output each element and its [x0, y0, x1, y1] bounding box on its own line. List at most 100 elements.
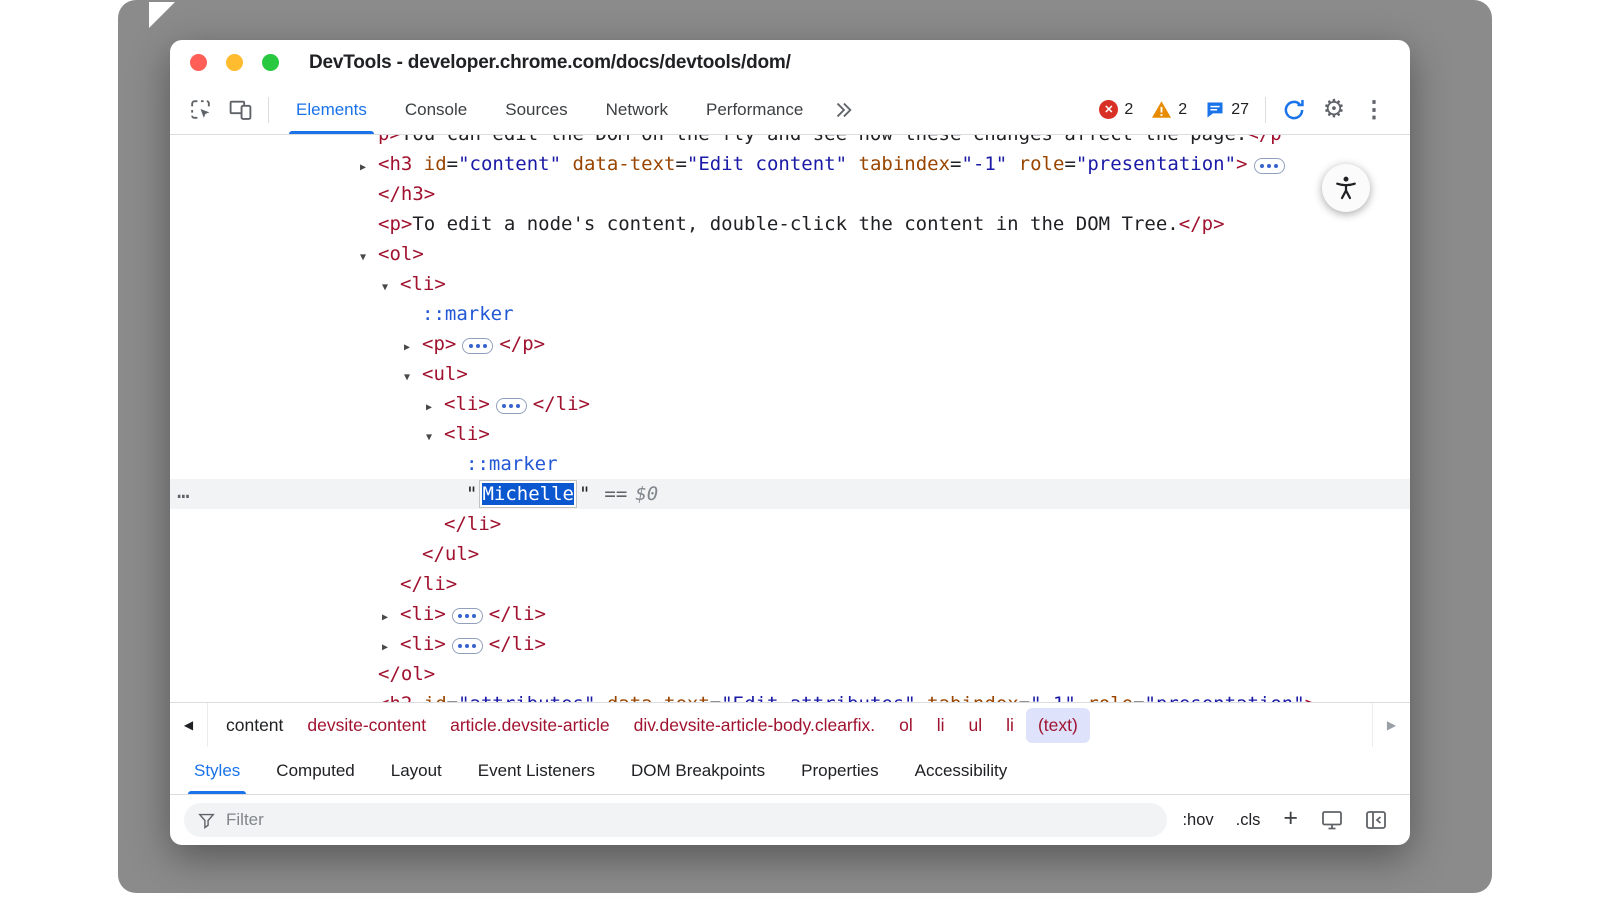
code-token-tag: <li>: [444, 423, 490, 445]
dom-tree-line[interactable]: ▼<ul>: [170, 359, 1410, 389]
dom-tree-line[interactable]: </li>: [170, 509, 1410, 539]
new-style-rule-button[interactable]: +: [1275, 804, 1306, 836]
toolbar-tabs: ElementsConsoleSourcesNetworkPerformance: [277, 85, 822, 134]
dom-tree-line[interactable]: </ol>: [170, 659, 1410, 689]
toolbar-divider: [1265, 97, 1266, 123]
code-token-tag: </p: [1247, 135, 1281, 145]
panel-tab-layout[interactable]: Layout: [373, 747, 460, 794]
code-token-quote: ": [466, 483, 477, 505]
code-token-tag: >: [1305, 693, 1316, 702]
panel-tab-dom-breakpoints[interactable]: DOM Breakpoints: [613, 747, 783, 794]
dom-tree-line[interactable]: </h3>: [170, 179, 1410, 209]
breadcrumb-scroll-right-button[interactable]: ▶: [1372, 703, 1410, 747]
inspect-element-icon[interactable]: [180, 85, 220, 134]
code-token-pseudo: ::marker: [466, 453, 558, 475]
breadcrumb-item-article-devsite-article[interactable]: article.devsite-article: [438, 708, 622, 743]
code-token-attr: data-text: [561, 153, 675, 175]
element-classes-button[interactable]: .cls: [1229, 807, 1268, 834]
dom-tree-line[interactable]: ▼<li>: [170, 419, 1410, 449]
sync-circle-icon[interactable]: [1274, 85, 1314, 134]
dom-tree-line[interactable]: ▶<p></p>: [170, 329, 1410, 359]
panel-tab-properties[interactable]: Properties: [783, 747, 896, 794]
dom-tree-line[interactable]: <p>To edit a node's content, double-clic…: [170, 209, 1410, 239]
breadcrumb-item-text[interactable]: (text): [1026, 708, 1090, 743]
dom-tree-line[interactable]: ::marker: [170, 449, 1410, 479]
dom-tree-line[interactable]: ▶<h2 id="attributes" data-text="Edit att…: [170, 689, 1410, 702]
dom-tree-line[interactable]: </li>: [170, 569, 1410, 599]
breadcrumb-scroll-left-button[interactable]: ◀: [170, 703, 208, 747]
tab-elements[interactable]: Elements: [277, 85, 386, 134]
dom-tree-line[interactable]: </ul>: [170, 539, 1410, 569]
warning-icon: [1151, 100, 1172, 119]
zoom-button[interactable]: [262, 54, 279, 71]
code-token-eq: =: [950, 153, 961, 175]
expand-arrow-icon[interactable]: ▶: [360, 693, 378, 702]
inline-expand-ellipsis-button[interactable]: [452, 638, 483, 654]
styles-filter[interactable]: [184, 803, 1167, 837]
code-token-tag: <li>: [400, 603, 446, 625]
white-corner-wedge: [149, 2, 175, 28]
dom-tree-line[interactable]: ▶<li></li>: [170, 629, 1410, 659]
toggle-pseudo-state-button[interactable]: :hov: [1175, 807, 1220, 834]
panel-tab-styles[interactable]: Styles: [176, 747, 258, 794]
minimize-button[interactable]: [226, 54, 243, 71]
breadcrumb-item-li[interactable]: li: [925, 708, 957, 743]
dom-tree-line[interactable]: ▼<ol>: [170, 239, 1410, 269]
breadcrumb-item-ul[interactable]: ul: [957, 708, 995, 743]
dom-tree-line[interactable]: ::marker: [170, 299, 1410, 329]
breadcrumb-item-content[interactable]: content: [214, 708, 295, 743]
error-icon: ✕: [1099, 100, 1118, 119]
code-token-attr: tabindex: [847, 153, 950, 175]
code-token-tag: </p>: [499, 333, 545, 355]
breadcrumb-item-devsite-content[interactable]: devsite-content: [295, 708, 438, 743]
inline-expand-ellipsis-button[interactable]: [1254, 158, 1285, 174]
breadcrumb-item-ol[interactable]: ol: [887, 708, 925, 743]
accessibility-overlay-button[interactable]: [1322, 164, 1370, 212]
warnings-badge[interactable]: 2: [1151, 85, 1187, 134]
code-token-tag: >: [1236, 153, 1247, 175]
dom-tree-line[interactable]: ▶<li></li>: [170, 389, 1410, 419]
code-token-tag: </li>: [444, 513, 501, 535]
more-tabs-icon[interactable]: [832, 85, 854, 134]
tab-sources[interactable]: Sources: [486, 85, 586, 134]
row-menu-dots-icon[interactable]: …: [177, 476, 191, 506]
dom-tree-line[interactable]: ▼<li>: [170, 269, 1410, 299]
dom-tree-line-selected[interactable]: …"Michelle"==$0: [170, 479, 1410, 509]
dom-tree-line[interactable]: ▶<li></li>: [170, 599, 1410, 629]
dom-tree-line[interactable]: p>You can edit the DOM on the fly and se…: [170, 135, 1410, 149]
code-token-eq: =: [447, 693, 458, 702]
inline-expand-ellipsis-button[interactable]: [496, 398, 527, 414]
traffic-lights: [190, 54, 279, 71]
code-token-eq: =: [1133, 693, 1144, 702]
code-token-text: To edit a node's content, double-click t…: [412, 213, 1178, 235]
settings-gear-icon[interactable]: ⚙: [1314, 85, 1354, 134]
editing-text-selection[interactable]: Michelle: [482, 483, 574, 505]
code-token-eq: =: [447, 153, 458, 175]
breadcrumb-item-li[interactable]: li: [994, 708, 1026, 743]
errors-badge[interactable]: ✕ 2: [1099, 85, 1133, 134]
device-toolbar-icon[interactable]: [220, 85, 260, 134]
panel-tab-computed[interactable]: Computed: [258, 747, 372, 794]
inline-expand-ellipsis-button[interactable]: [462, 338, 493, 354]
dom-tree-line[interactable]: ▶<h3 id="content" data-text="Edit conten…: [170, 149, 1410, 179]
code-token-tag: <li>: [444, 393, 490, 415]
filter-input[interactable]: [226, 810, 1154, 830]
code-token-val: "-1": [1030, 693, 1076, 702]
breadcrumb-item-div-devsite-article-body-clearfix[interactable]: div.devsite-article-body.clearfix.: [622, 708, 888, 743]
code-token-tag: </li>: [489, 603, 546, 625]
code-token-text: You can edit the DOM on the fly and see …: [401, 135, 1247, 145]
tab-console[interactable]: Console: [386, 85, 486, 134]
tab-network[interactable]: Network: [587, 85, 687, 134]
screenshot-stage: DevTools - developer.chrome.com/docs/dev…: [0, 0, 1600, 908]
toggle-sidebar-dock-icon[interactable]: [1358, 808, 1394, 832]
tab-performance[interactable]: Performance: [687, 85, 822, 134]
kebab-menu-icon[interactable]: ⋮: [1354, 85, 1394, 134]
code-token-pseudo: ::marker: [422, 303, 514, 325]
issues-badge[interactable]: 27: [1205, 85, 1249, 134]
sidebar-panel-tabs: StylesComputedLayoutEvent ListenersDOM B…: [170, 747, 1410, 795]
panel-tab-accessibility[interactable]: Accessibility: [897, 747, 1026, 794]
rendering-monitor-icon[interactable]: [1314, 808, 1350, 832]
panel-tab-event-listeners[interactable]: Event Listeners: [460, 747, 613, 794]
inline-expand-ellipsis-button[interactable]: [452, 608, 483, 624]
close-button[interactable]: [190, 54, 207, 71]
